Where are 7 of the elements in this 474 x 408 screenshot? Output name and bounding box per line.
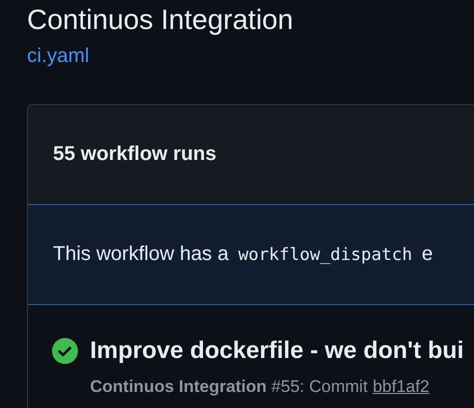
run-subtitle: Continuos Integration #55: Commit bbf1af2: [90, 377, 430, 397]
workflow-file-link[interactable]: ci.yaml: [27, 45, 90, 68]
page-title: Continuos Integration: [27, 4, 294, 36]
runs-count: 55 workflow runs: [53, 143, 216, 166]
banner-text: This workflow has a workflow_dispatch e: [53, 243, 433, 266]
run-title[interactable]: Improve dockerfile - we don't bui: [90, 335, 464, 367]
commit-link[interactable]: bbf1af2: [372, 377, 430, 396]
